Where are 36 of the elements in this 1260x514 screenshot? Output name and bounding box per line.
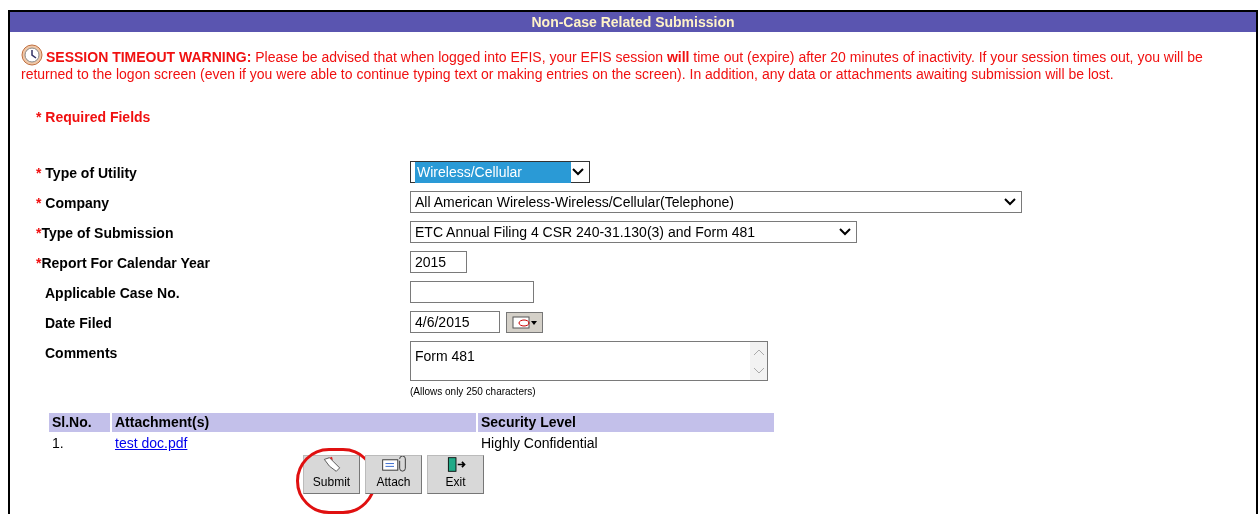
table-cell: Highly Confidential [481,434,598,451]
calendar-button[interactable] [506,311,543,333]
toolbar-button[interactable]: Attach [365,455,422,494]
field-label: * Company [35,194,111,213]
text-field[interactable] [410,281,534,303]
field-label: Date Filed [44,314,113,333]
calendar-icon [511,315,538,329]
field-label: *Report For Calendar Year [35,254,212,273]
hint-text: (Allows only 250 characters) [410,385,537,399]
envelope-paperclip-icon [380,456,407,473]
toolbar-button[interactable]: Exit [427,455,484,494]
chevron-down-icon [571,167,585,177]
required-note: * Required Fields [36,108,151,127]
toolbar-button[interactable]: Submit [303,455,360,494]
date-field[interactable]: 4/6/2015 [410,311,500,333]
column-header: Security Level [478,413,774,432]
dropdown[interactable]: ETC Annual Filing 4 CSR 240-31.130(3) and Form 481 [410,221,857,243]
field-label: Comments [44,344,119,363]
scrollbar[interactable] [750,342,767,380]
warning-text: SESSION TIMEOUT WARNING: Please be advised that when logged into EFIS, your EFIS session will time out (expire) after 20 minutes of inactivity. If your session times out, you will be returned to the logon screen (even if you were able to continue typing text or making entries on the screen). In addition, any data or attachments awaiting submission will be lost. [21,44,1254,83]
scroll-up-icon[interactable] [752,347,765,356]
field-label: Applicable Case No. [44,284,181,303]
column-header: Sl.No. [49,413,110,432]
table-cell: 1. [52,434,64,451]
field-label: * Type of Utility [35,164,138,183]
field-label: *Type of Submission [35,224,175,243]
text-field[interactable]: 2015 [410,251,467,273]
chevron-down-icon [1003,197,1017,207]
file-link[interactable]: test doc.pdf [115,434,188,451]
scroll-down-icon[interactable] [752,366,765,375]
chevron-down-icon [838,227,852,237]
title-bar: Non-Case Related Submission [10,12,1256,32]
dropdown[interactable]: All American Wireless-Wireless/Cellular(Telephone) [410,191,1022,213]
clock-icon [21,44,43,66]
column-header: Attachment(s) [112,413,476,432]
comments-field[interactable]: Form 481 [410,341,768,381]
